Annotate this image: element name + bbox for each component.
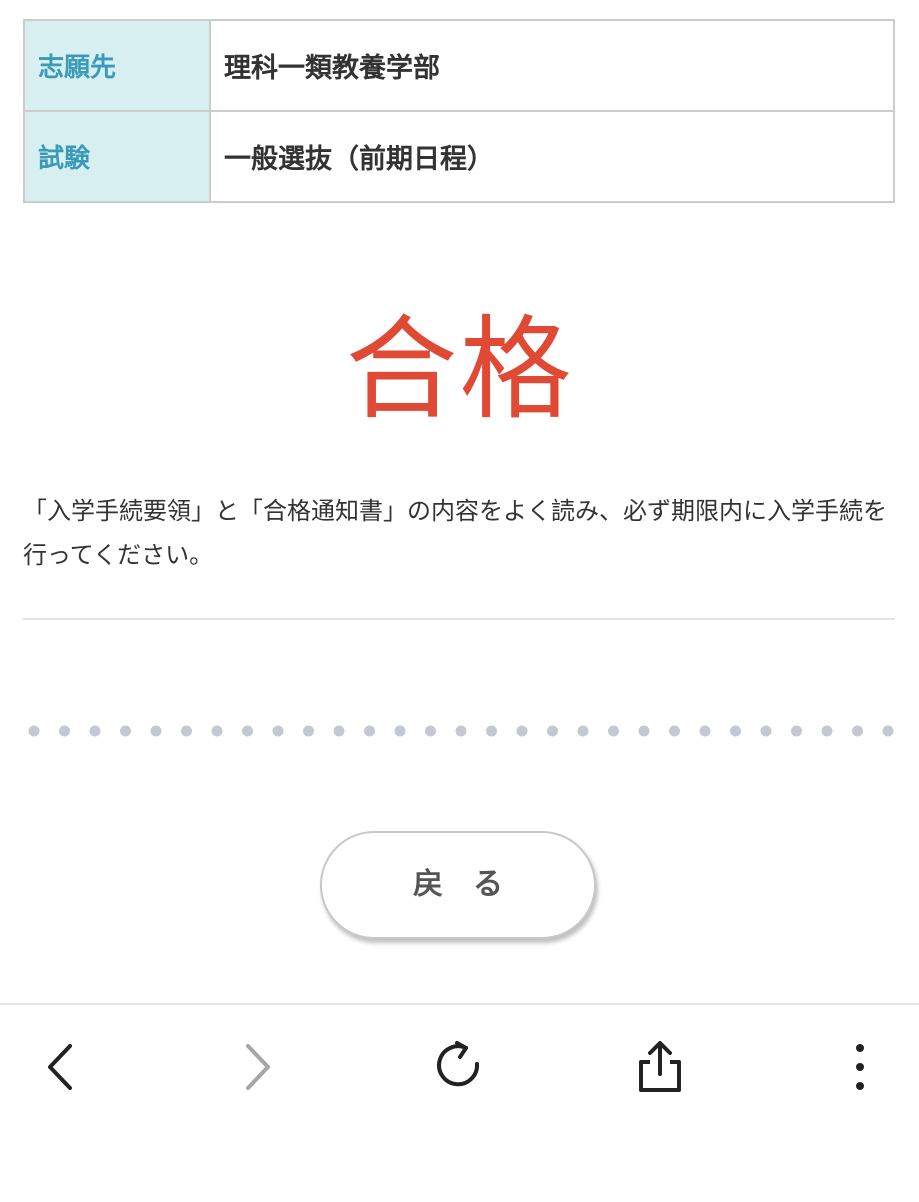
destination-label: 志願先	[23, 19, 211, 112]
separator-dot	[760, 725, 772, 737]
separator-dot	[669, 725, 680, 737]
reload-icon	[437, 1041, 480, 1087]
separator-dot	[425, 725, 436, 737]
separator-dot	[638, 725, 650, 737]
separator-dot	[486, 725, 497, 737]
separator-dot	[882, 725, 894, 737]
forward-arrow-icon	[246, 1044, 270, 1090]
separator-dot	[89, 725, 101, 737]
separator-dot	[242, 725, 253, 737]
dotted-separator	[28, 725, 894, 737]
separator-dot	[852, 725, 863, 737]
destination-value: 理科一類教養学部	[209, 19, 895, 112]
browser-toolbar	[0, 1003, 919, 1202]
separator-dot	[211, 725, 223, 737]
separator-dot	[608, 725, 619, 737]
separator-dot	[394, 725, 406, 737]
separator-dot	[333, 725, 345, 737]
instruction-message: 「入学手続要領」と「合格通知書」の内容をよく読み、必ず期限内に入学手続を行ってく…	[23, 497, 887, 569]
separator-dot	[150, 725, 162, 737]
separator-dot	[181, 725, 192, 737]
back-arrow-icon	[48, 1044, 72, 1090]
more-menu-button[interactable]	[820, 1027, 900, 1107]
separator-dot	[120, 725, 131, 737]
separator-dot	[303, 725, 314, 737]
separator-dot	[28, 725, 40, 737]
separator-dot	[821, 725, 833, 737]
separator-dot	[730, 725, 741, 737]
table-row: 志願先 理科一類教養学部	[23, 19, 895, 112]
exam-value: 一般選抜（前期日程）	[209, 110, 895, 203]
separator-dot	[364, 725, 375, 737]
back-button[interactable]: 戻 る	[320, 831, 596, 939]
separator-dot	[455, 725, 467, 737]
exam-label: 試験	[23, 110, 211, 203]
separator-dot	[547, 725, 558, 737]
result-status: 合格	[345, 305, 574, 435]
separator-dot	[699, 725, 711, 737]
separator-dot	[272, 725, 284, 737]
separator-dot	[59, 725, 70, 737]
separator-dot	[577, 725, 589, 737]
share-button[interactable]	[620, 1027, 700, 1107]
table-row: 試験 一般選抜（前期日程）	[23, 110, 895, 203]
share-icon	[639, 1041, 681, 1092]
separator-dot	[791, 725, 802, 737]
separator-dot	[516, 725, 528, 737]
reload-button[interactable]	[420, 1027, 500, 1107]
divider	[23, 618, 895, 620]
forward-arrow-button[interactable]	[218, 1027, 298, 1107]
more-vertical-icon	[856, 1044, 864, 1090]
back-arrow-button[interactable]	[20, 1027, 100, 1107]
application-info-table: 志願先 理科一類教養学部 試験 一般選抜（前期日程）	[23, 19, 895, 203]
